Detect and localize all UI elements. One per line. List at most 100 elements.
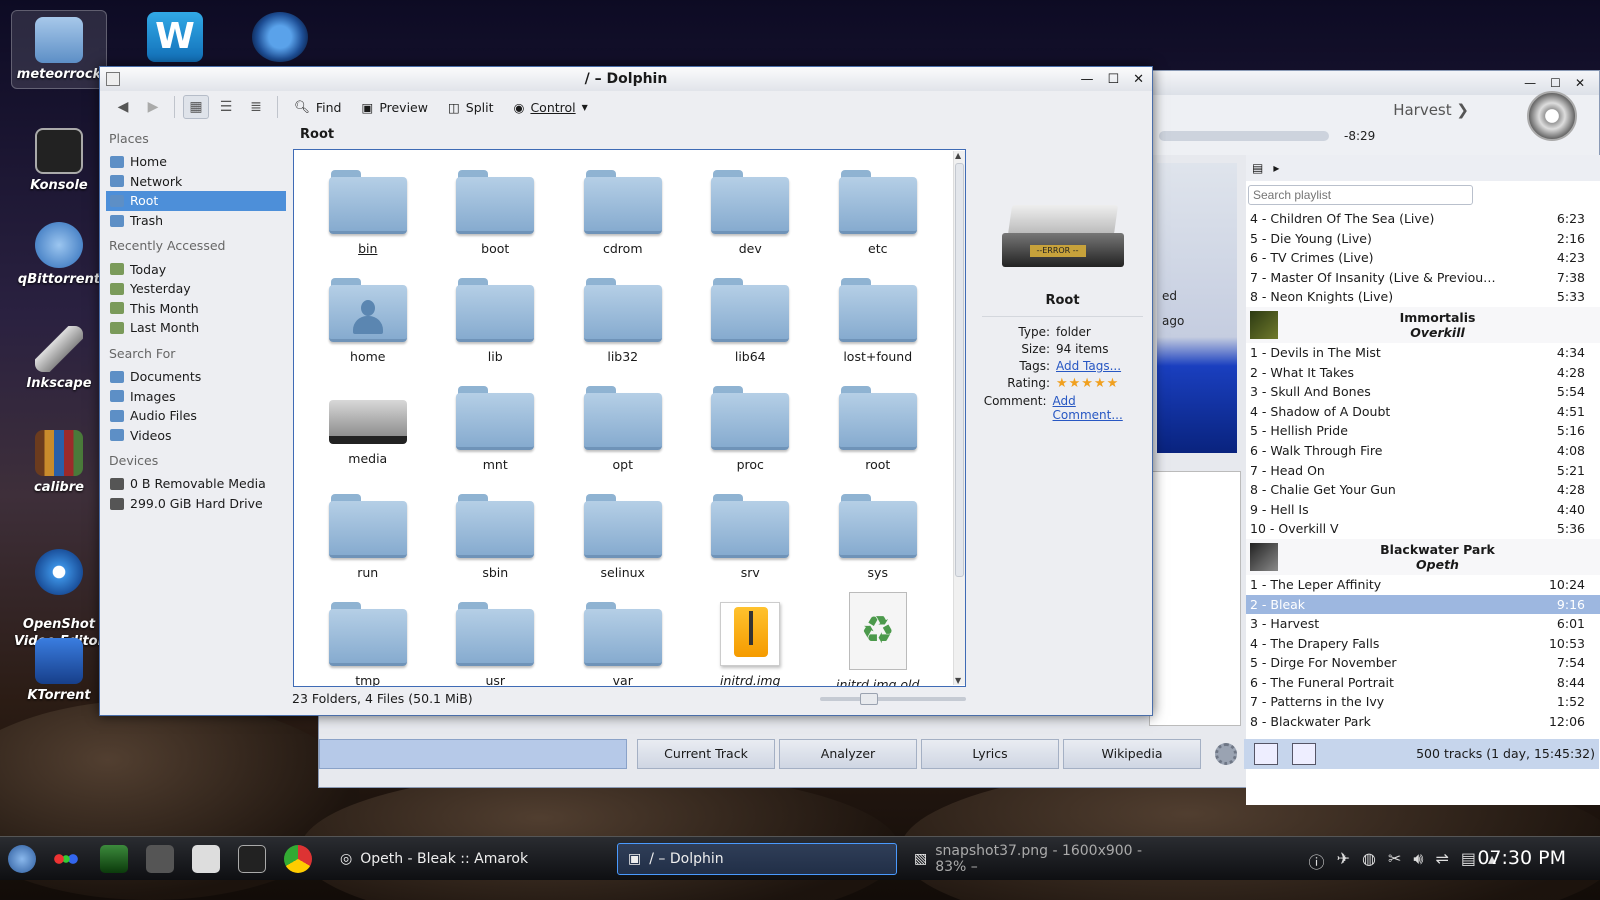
find-button[interactable]: 🔍︎ Find [286,96,350,118]
add-comment-link[interactable]: Add Comment... [1053,394,1145,422]
desktop-icon-konsole[interactable]: Konsole [11,128,107,193]
forward-arrow-icon[interactable]: ▶ [140,95,166,119]
playlist-row[interactable]: 10 - Overkill V 5:36 [1246,519,1600,539]
file-item[interactable]: selinux [559,482,687,590]
playlist-row[interactable]: 8 - Neon Knights (Live) 5:33 [1246,287,1600,307]
playlist-mode-icon[interactable] [1254,743,1278,765]
places-item[interactable]: Yesterday [106,279,286,299]
places-item[interactable]: Videos [106,426,286,446]
kde-menu-icon[interactable] [8,845,36,873]
playlist-row[interactable]: 1 - The Leper Affinity 10:24 [1246,575,1600,595]
playlist-row[interactable]: 5 - Die Young (Live) 2:16 [1246,229,1600,249]
scrollbar-thumb[interactable] [955,163,964,577]
clipboard-icon[interactable]: ✂ [1388,849,1401,873]
system-monitor-icon[interactable] [100,845,128,873]
search-playlist-input[interactable] [1248,185,1473,205]
split-button[interactable]: ◫ Split [440,97,502,118]
track-progress-slider[interactable] [1159,131,1329,141]
places-item[interactable]: Last Month [106,318,286,338]
file-item[interactable]: lib32 [559,266,687,374]
file-item[interactable]: mnt [432,374,560,482]
file-item[interactable]: srv [687,482,815,590]
file-view-scrollbar[interactable]: ▲ ▼ [953,151,965,685]
tab-wikipedia[interactable]: Wikipedia [1063,739,1201,769]
file-item[interactable]: root [814,374,942,482]
volume-icon[interactable] [1527,91,1577,141]
desktop-icon-calibre[interactable]: calibre [11,430,107,495]
file-item[interactable]: run [304,482,432,590]
playlist-row[interactable]: 8 - Blackwater Park 12:06 [1246,712,1600,732]
control-button[interactable]: ◉ Control ▼ [506,97,596,118]
playlist-row[interactable]: 3 - Harvest 6:01 [1246,614,1600,634]
file-item[interactable]: lib64 [687,266,815,374]
icons-view-icon[interactable]: ▦ [183,95,209,119]
playlist-row[interactable]: 3 - Skull And Bones 5:54 [1246,382,1600,402]
playlist-row[interactable]: 4 - Shadow of A Doubt 4:51 [1246,402,1600,422]
places-item[interactable]: Home [106,152,286,172]
file-item[interactable]: lost+found [814,266,942,374]
task-amarok[interactable]: ◎ Opeth - Bleak :: Amarok [330,843,612,875]
playlist-row[interactable]: 5 - Dirge For November 7:54 [1246,653,1600,673]
maximize-icon[interactable]: ☐ [1550,76,1561,90]
playlist-row[interactable]: 6 - The Funeral Portrait 8:44 [1246,673,1600,693]
places-item[interactable]: Documents [106,367,286,387]
info-icon[interactable]: ⓘ [1309,849,1325,873]
rating-stars[interactable]: ★★★★★ [1056,376,1119,391]
task-snapshot[interactable]: ▧ snapshot37.png - 1600x900 - 83% – [904,843,1182,875]
file-item[interactable]: sys [814,482,942,590]
playlist-layout-icon[interactable] [1292,743,1316,765]
task-dolphin[interactable]: ▣ / – Dolphin [617,843,897,875]
playlist-layout-icon[interactable]: ▤ [1252,161,1263,175]
writer-icon[interactable]: W [147,12,203,62]
terminal-icon[interactable] [238,845,266,873]
notes-icon[interactable] [192,845,220,873]
file-item[interactable]: cdrom [559,158,687,266]
desktop-icon-inkscape[interactable]: Inkscape [11,326,107,391]
minimize-icon[interactable]: — [1524,76,1536,90]
file-item[interactable]: var [559,590,687,686]
places-item[interactable]: Today [106,259,286,279]
file-item[interactable]: lib [432,266,560,374]
file-item[interactable]: boot [432,158,560,266]
chrome-tray-icon[interactable]: ◍ [1362,849,1376,873]
playlist-row[interactable]: 1 - Devils in The Mist 4:34 [1246,343,1600,363]
scroll-down-icon[interactable]: ▼ [955,676,961,685]
playlist-row[interactable]: 8 - Chalie Get Your Gun 4:28 [1246,480,1600,500]
minimize-icon[interactable]: — [1080,72,1093,87]
close-icon[interactable]: ✕ [1575,76,1585,90]
file-item[interactable]: home [304,266,432,374]
close-icon[interactable]: ✕ [1133,72,1144,87]
next-track-button[interactable]: Harvest ❯ [1393,101,1469,119]
places-item[interactable]: Images [106,386,286,406]
compact-view-icon[interactable]: ☰ [213,95,239,119]
details-view-icon[interactable]: ≣ [243,95,269,119]
playlist-row[interactable]: 7 - Patterns in the Ivy 1:52 [1246,692,1600,712]
gear-icon[interactable] [1215,743,1237,765]
playlist-row[interactable]: 5 - Hellish Pride 5:16 [1246,421,1600,441]
places-item[interactable]: Audio Files [106,406,286,426]
playlist-row[interactable]: 2 - What It Takes 4:28 [1246,363,1600,383]
playlist-row[interactable]: 6 - Walk Through Fire 4:08 [1246,441,1600,461]
file-item[interactable]: bin [304,158,432,266]
back-arrow-icon[interactable]: ◀ [110,95,136,119]
playlist-row[interactable]: 6 - TV Crimes (Live) 4:23 [1246,248,1600,268]
activities-icon[interactable] [52,845,80,873]
update-icon[interactable] [252,12,308,62]
file-view[interactable]: bin boot cdrom dev etc home lib lib32 lib64 lost+… [293,149,966,687]
chrome-icon[interactable] [284,845,312,873]
network-icon[interactable]: ✈ [1337,849,1350,873]
places-item[interactable]: 299.0 GiB Hard Drive [106,494,286,514]
tab-current-track[interactable]: Current Track [637,739,775,769]
places-item[interactable]: This Month [106,299,286,319]
settings-icon[interactable] [146,845,174,873]
file-item[interactable]: media [304,374,432,482]
scroll-up-icon[interactable]: ▲ [955,151,961,160]
file-item[interactable]: etc [814,158,942,266]
playlist-row[interactable]: 7 - Head On 5:21 [1246,461,1600,481]
playlist-row[interactable]: 2 - Bleak 9:16 [1246,594,1600,615]
playlist-row[interactable]: 9 - Hell Is 4:40 [1246,500,1600,520]
places-item[interactable]: Network [106,172,286,192]
zoom-slider-handle[interactable] [860,693,878,705]
places-item[interactable]: 0 B Removable Media [106,474,286,494]
preview-button[interactable]: ▣ Preview [354,97,436,118]
